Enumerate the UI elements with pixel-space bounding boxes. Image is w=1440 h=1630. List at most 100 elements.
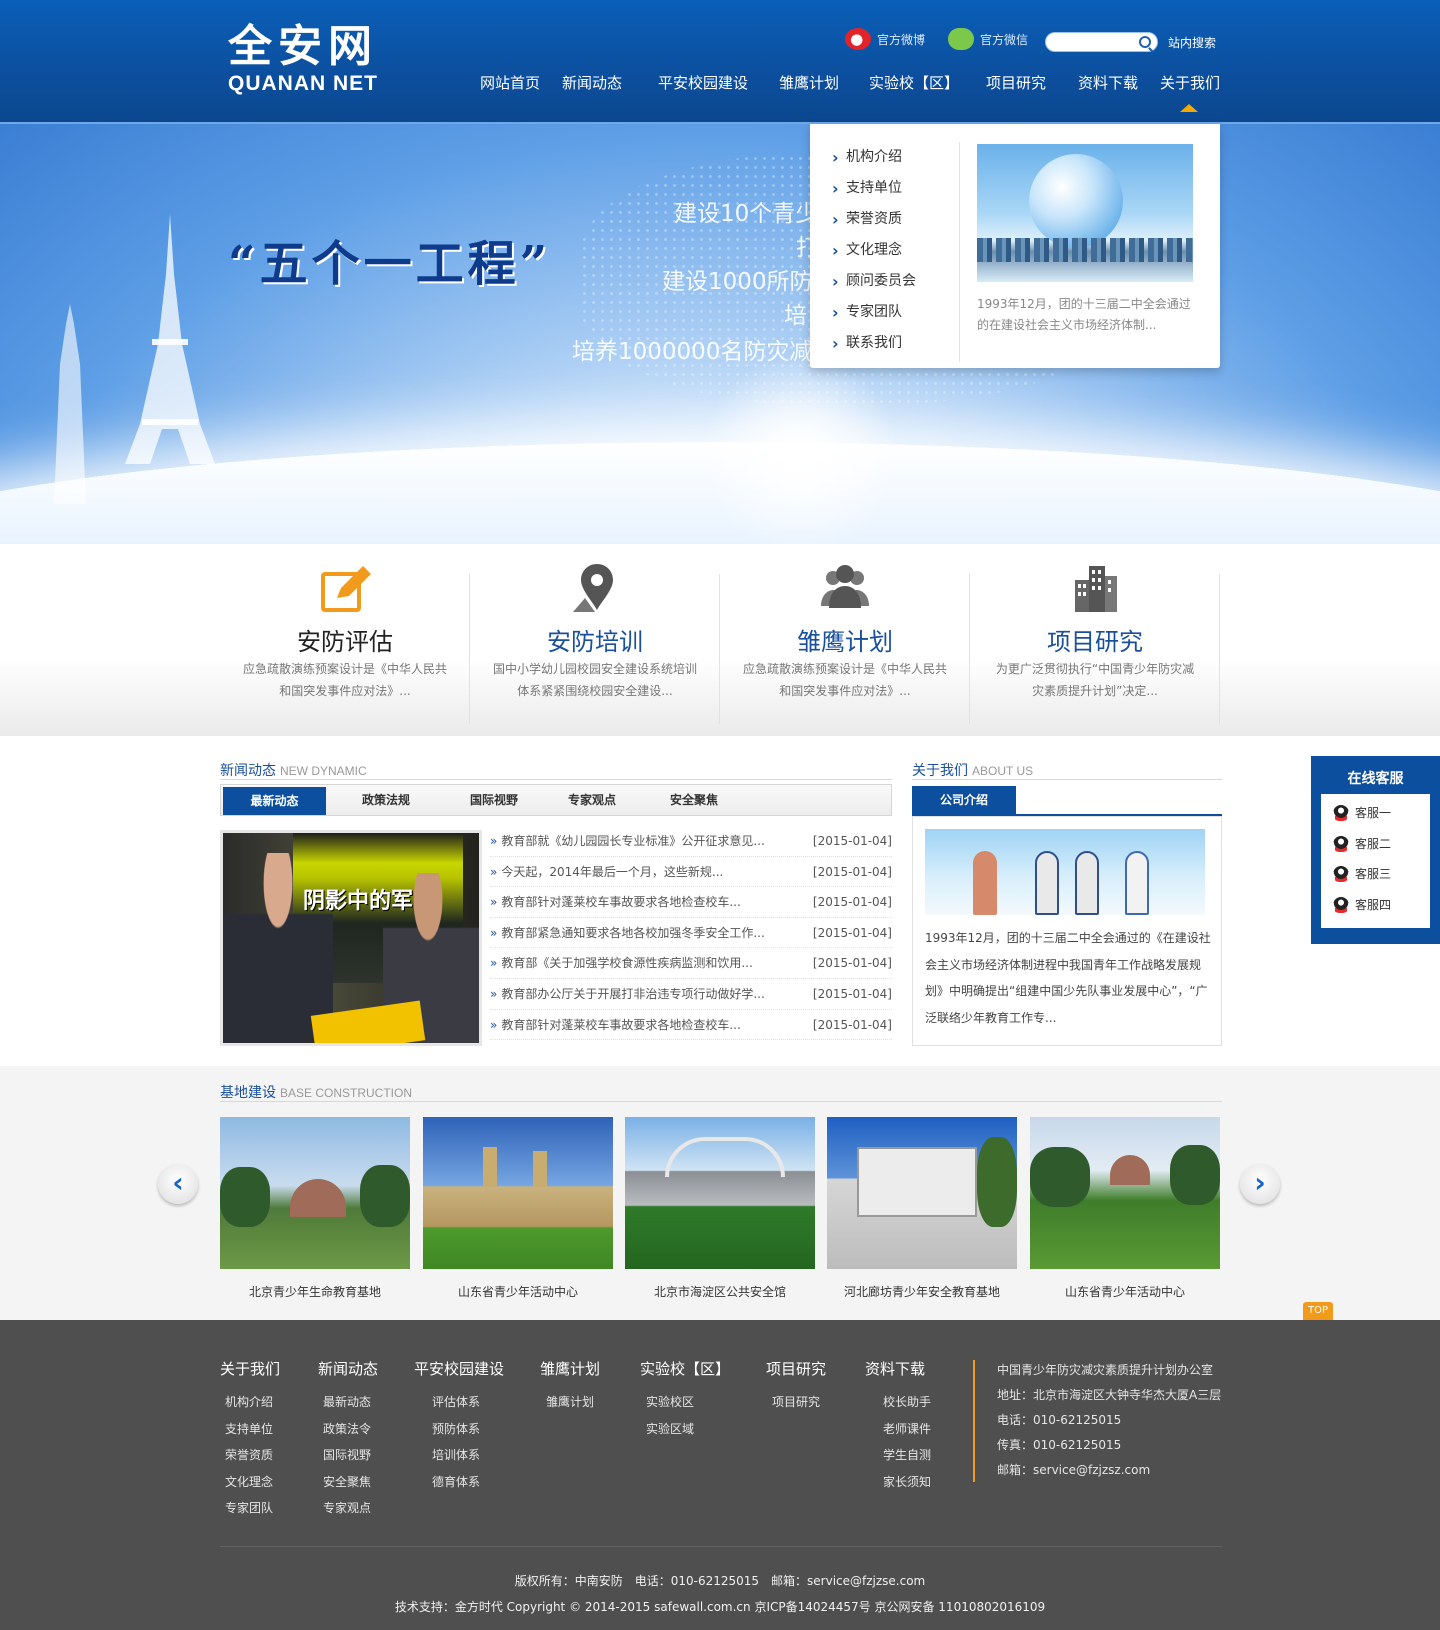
dropdown-item-culture[interactable]: 文化理念 <box>830 235 959 266</box>
search-input[interactable] <box>1054 35 1134 50</box>
footer-link[interactable]: 支持单位 <box>220 1416 280 1443</box>
weibo-link[interactable]: 官方微博 <box>845 28 925 50</box>
footer-column-head[interactable]: 实验校【区】 <box>640 1358 730 1379</box>
base-item-2[interactable]: 山东省青少年活动中心 <box>423 1117 613 1300</box>
online-service-title: 在线客服 <box>1347 771 1404 787</box>
service-agent-3[interactable]: 客服三 <box>1321 859 1430 890</box>
double-arrow-icon: » <box>490 834 498 848</box>
tab-expert[interactable]: 专家观点 <box>547 785 637 815</box>
footer-link[interactable]: 国际视野 <box>318 1442 378 1469</box>
nav-research[interactable]: 项目研究 <box>986 72 1046 93</box>
site-logo[interactable]: 全安网 QUANAN NET <box>228 22 398 96</box>
nav-active-arrow <box>1180 104 1198 112</box>
dropdown-item-honors[interactable]: 荣誉资质 <box>830 204 959 235</box>
footer-column-head[interactable]: 关于我们 <box>220 1358 280 1379</box>
jumping-kids-photo[interactable] <box>925 829 1205 915</box>
footer-link[interactable]: 项目研究 <box>766 1389 826 1416</box>
nav-pilot-schools[interactable]: 实验校【区】 <box>869 72 959 93</box>
news-item[interactable]: » 教育部就《幼儿园园长专业标准》公开征求意见... [2015-01-04] <box>490 826 892 857</box>
footer-link[interactable]: 学生自测 <box>865 1442 931 1469</box>
news-title: 教育部就《幼儿园园长专业标准》公开征求意见... <box>501 834 765 848</box>
service-card-eagle[interactable]: 雏鹰计划 应急疏散演练预案设计是《中华人民共和国突发事件应对法》... <box>720 544 970 736</box>
news-title: 教育部针对蓬莱校车事故要求各地检查校车... <box>501 1017 741 1032</box>
service-title: 安防培训 <box>547 628 643 656</box>
hero-banner[interactable]: “五个一工程” 建设10个青少 打 建设1000所防 培 培养1000000名防… <box>0 124 1440 544</box>
card-divider <box>1219 574 1220 724</box>
footer-link[interactable]: 最新动态 <box>318 1389 378 1416</box>
banner-slogan: “五个一工程” <box>228 236 552 292</box>
tab-safety[interactable]: 安全聚焦 <box>649 785 739 815</box>
news-item[interactable]: » 教育部针对蓬莱校车事故要求各地检查校车... [2015-01-04] <box>490 1010 892 1041</box>
footer-link[interactable]: 专家观点 <box>318 1495 378 1522</box>
footer-link[interactable]: 安全聚焦 <box>318 1469 378 1496</box>
dropdown-item-contact[interactable]: 联系我们 <box>830 328 959 359</box>
service-card-training[interactable]: 安防培训 国中小学幼儿园校园安全建设系统培训体系紧紧围绕校园安全建设... <box>470 544 720 736</box>
footer-column-head[interactable]: 平安校园建设 <box>414 1358 504 1379</box>
carousel-prev-button[interactable]: ‹ <box>158 1164 198 1204</box>
footer-link[interactable]: 培训体系 <box>414 1442 504 1469</box>
footer-link[interactable]: 机构介绍 <box>220 1389 280 1416</box>
qq-icon <box>1333 896 1349 913</box>
base-title-cn: 基地建设 <box>220 1085 276 1101</box>
nav-eagle-plan[interactable]: 雏鹰计划 <box>779 72 839 93</box>
tab-policy[interactable]: 政策法规 <box>341 785 431 815</box>
footer-link[interactable]: 雏鹰计划 <box>540 1389 600 1416</box>
news-item[interactable]: » 教育部《关于加强学校食源性疾病监测和饮用... [2015-01-04] <box>490 948 892 979</box>
footer-link[interactable]: 家长须知 <box>865 1469 931 1496</box>
footer-link[interactable]: 专家团队 <box>220 1495 280 1522</box>
footer-link[interactable]: 文化理念 <box>220 1469 280 1496</box>
double-arrow-icon: » <box>490 986 498 1001</box>
footer-link[interactable]: 老师课件 <box>865 1416 931 1443</box>
footer-link[interactable]: 预防体系 <box>414 1416 504 1443</box>
tab-latest[interactable]: 最新动态 <box>223 787 326 815</box>
search-icon[interactable] <box>1139 36 1151 48</box>
dropdown-item-org[interactable]: 机构介绍 <box>830 142 959 173</box>
base-item-5[interactable]: 山东省青少年活动中心 <box>1030 1117 1220 1300</box>
nav-news[interactable]: 新闻动态 <box>562 72 622 93</box>
dropdown-item-advisors[interactable]: 顾问委员会 <box>830 266 959 297</box>
dropdown-item-supporters[interactable]: 支持单位 <box>830 173 959 204</box>
carousel-next-button[interactable]: › <box>1240 1164 1280 1204</box>
footer-link[interactable]: 校长助手 <box>865 1389 931 1416</box>
news-item[interactable]: » 教育部紧急通知要求各地各校加强冬季安全工作... [2015-01-04] <box>490 918 892 949</box>
news-item[interactable]: » 今天起，2014年最后一个月，这些新规... [2015-01-04] <box>490 857 892 888</box>
service-card-evaluation[interactable]: 安防评估 应急疏散演练预案设计是《中华人民共和国突发事件应对法》... <box>220 544 470 736</box>
footer-link[interactable]: 评估体系 <box>414 1389 504 1416</box>
site-search-link[interactable]: 站内搜索 <box>1168 34 1216 51</box>
service-agent-1[interactable]: 客服一 <box>1321 798 1430 829</box>
contact-email: 邮箱：service@fzjzsz.com <box>997 1463 1151 1477</box>
footer-column-head[interactable]: 资料下载 <box>865 1358 931 1379</box>
footer-link[interactable]: 实验区域 <box>640 1416 730 1443</box>
nav-downloads[interactable]: 资料下载 <box>1078 72 1138 93</box>
footer-link[interactable]: 荣誉资质 <box>220 1442 280 1469</box>
service-desc: 应急疏散演练预案设计是《中华人民共和国突发事件应对法》... <box>742 662 947 698</box>
footer-column-head[interactable]: 项目研究 <box>766 1358 826 1379</box>
news-item[interactable]: » 教育部针对蓬莱校车事故要求各地检查校车... [2015-01-04] <box>490 887 892 918</box>
base-caption: 山东省青少年活动中心 <box>457 1285 578 1299</box>
tab-company-intro[interactable]: 公司介绍 <box>912 786 1016 814</box>
footer-link[interactable]: 实验校区 <box>640 1389 730 1416</box>
nav-about[interactable]: 关于我们 <box>1160 72 1220 93</box>
service-agent-2[interactable]: 客服二 <box>1321 829 1430 860</box>
back-to-top-button[interactable]: TOP <box>1303 1302 1333 1320</box>
dropdown-globe-image[interactable] <box>977 144 1193 282</box>
news-feature-photo[interactable]: 阴影中的军队 <box>220 830 482 1046</box>
wechat-link[interactable]: 官方微信 <box>948 28 1028 50</box>
footer-column-head[interactable]: 新闻动态 <box>318 1358 378 1379</box>
double-arrow-icon: » <box>490 1017 498 1032</box>
tab-international[interactable]: 国际视野 <box>449 785 539 815</box>
footer-column-head[interactable]: 雏鹰计划 <box>540 1358 600 1379</box>
footer-link[interactable]: 德育体系 <box>414 1469 504 1496</box>
base-item-4[interactable]: 河北廊坊青少年安全教育基地 <box>827 1117 1017 1300</box>
service-agent-4[interactable]: 客服四 <box>1321 890 1430 921</box>
news-item[interactable]: » 教育部办公厅关于开展打非治违专项行动做好学... [2015-01-04] <box>490 979 892 1010</box>
nav-home[interactable]: 网站首页 <box>480 72 540 93</box>
service-title: 项目研究 <box>1047 628 1143 656</box>
nav-safe-campus[interactable]: 平安校园建设 <box>658 72 748 93</box>
footer-link[interactable]: 政策法令 <box>318 1416 378 1443</box>
service-card-research[interactable]: 项目研究 为更广泛贯彻执行“中国青少年防灾减灾素质提升计划”决定... <box>970 544 1220 736</box>
base-item-3[interactable]: 北京市海淀区公共安全馆 <box>625 1117 815 1300</box>
about-title-cn: 关于我们 <box>912 763 968 779</box>
base-item-1[interactable]: 北京青少年生命教育基地 <box>220 1117 410 1300</box>
dropdown-item-experts[interactable]: 专家团队 <box>830 297 959 328</box>
